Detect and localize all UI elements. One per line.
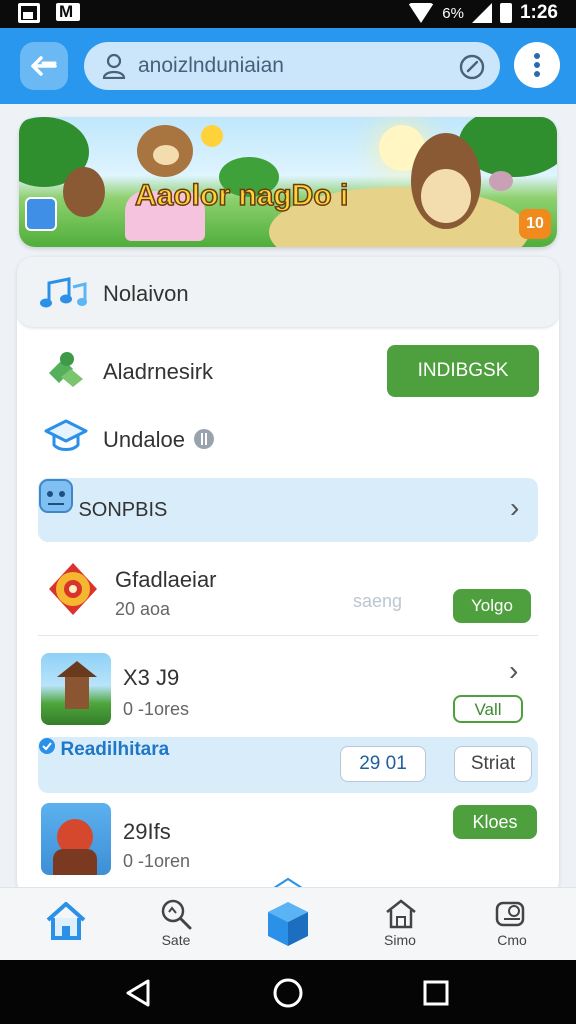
nav-search[interactable]: Sate — [136, 888, 216, 961]
app-action-button[interactable]: Kloes — [453, 805, 537, 839]
back-button[interactable] — [20, 42, 68, 90]
readhitera-button[interactable]: Striat — [454, 746, 532, 782]
signal-icon — [471, 3, 492, 23]
clock: 1:26 — [519, 2, 558, 23]
bear-character — [63, 167, 105, 217]
app-title: 29Ifs — [123, 819, 171, 844]
small-creature — [489, 171, 513, 191]
promo-banner[interactable]: Aaolor nagDo i 10 — [19, 117, 557, 247]
divider — [38, 635, 538, 636]
readhitera-row[interactable]: Readilhitara 29 01 Striat — [38, 737, 538, 793]
nav-home[interactable] — [26, 888, 106, 961]
user-icon — [102, 53, 126, 79]
chevron-right-icon: › — [510, 492, 520, 523]
banner-badge: 10 — [519, 209, 551, 239]
bear-face — [153, 145, 179, 165]
bottom-navigation: Sate Simo Cmo — [0, 887, 576, 960]
app-thumbnail — [41, 653, 111, 725]
nav-header-label: Nolaivon — [103, 281, 189, 306]
puzzle-icon — [49, 352, 83, 387]
app-bar: anoizlnduniaian — [0, 28, 576, 104]
system-nav-bar — [0, 960, 576, 1024]
addressing-label: Aladrnesirk — [103, 359, 214, 384]
wifi-icon — [408, 3, 435, 23]
nav-label: Cmo — [497, 932, 527, 948]
app-subtitle: 0 -1ores — [123, 699, 190, 719]
app-list-item[interactable]: X3 J9 0 -1ores › Vall — [17, 645, 559, 729]
addressing-button[interactable]: INDIBGSK — [387, 345, 539, 397]
gradlaeiar-button[interactable]: Yolgo — [453, 589, 531, 623]
readhitera-count[interactable]: 29 01 — [340, 746, 426, 782]
graduation-cap-icon — [44, 419, 88, 451]
nav-label: Simo — [384, 932, 416, 948]
search-icon — [161, 899, 192, 930]
cube-icon — [268, 902, 308, 946]
back-arrow-icon — [31, 56, 57, 76]
sonpbis-row[interactable]: SONPBIS › — [38, 478, 538, 542]
robot-face-icon — [39, 479, 73, 513]
banner-title: Aaolor nagDo i — [134, 178, 349, 213]
mail-notification-icon — [56, 2, 80, 22]
chevron-right-icon: › — [509, 655, 519, 686]
house-outline-icon — [386, 899, 416, 929]
content-panel: Nolaivon Aladrnesirk INDIBGSK Undaloe SO… — [17, 257, 559, 897]
status-bar: 6% 1:26 — [0, 0, 576, 28]
battery-icon — [499, 3, 512, 23]
gradlaeiar-label: Gfadlaeiar — [115, 567, 217, 592]
app-thumbnail — [41, 803, 111, 875]
gradlaeiar-row[interactable]: Gfadlaeiar 20 aoa saeng Yolgo — [17, 553, 559, 633]
search-bar[interactable]: anoizlnduniaian — [84, 42, 500, 90]
star-wand-icon — [201, 125, 223, 147]
addressing-row[interactable]: Aladrnesirk INDIBGSK — [17, 335, 559, 405]
gear-badge-icon — [49, 563, 97, 615]
update-row[interactable]: Undaloe — [17, 405, 559, 469]
nav-simo[interactable]: Simo — [360, 888, 440, 961]
gradlaeiar-value: saeng — [353, 591, 403, 611]
app-subtitle: 0 -1oren — [123, 851, 191, 871]
music-notes-icon — [40, 277, 87, 308]
update-label: Undaloe — [103, 427, 185, 452]
chat-icon — [495, 901, 525, 927]
sonpbis-label: SONPBIS — [78, 499, 168, 521]
battery-percent: 6% — [442, 4, 464, 22]
more-options-button[interactable] — [514, 42, 560, 88]
search-query[interactable]: anoizlnduniaian — [138, 54, 284, 78]
system-home-icon[interactable] — [272, 977, 304, 1009]
cube-app-icon — [25, 197, 57, 231]
info-icon[interactable] — [193, 428, 215, 450]
bear-belly — [421, 169, 471, 223]
clear-search-icon[interactable] — [458, 53, 486, 81]
navigation-header[interactable]: Nolaivon — [17, 257, 559, 327]
app-title: X3 J9 — [123, 665, 180, 690]
home-icon — [46, 902, 86, 940]
check-circle-icon — [39, 738, 55, 754]
readhitera-label: Readilhitara — [60, 739, 170, 760]
system-recents-icon[interactable] — [422, 979, 450, 1007]
nav-cmo[interactable]: Cmo — [472, 888, 552, 961]
nav-label: Sate — [161, 932, 191, 948]
gradlaeiar-subtitle: 20 aoa — [115, 599, 171, 619]
gallery-notification-icon — [18, 3, 40, 23]
system-back-icon[interactable] — [124, 978, 152, 1008]
app-action-button[interactable]: Vall — [453, 695, 523, 723]
nav-center[interactable] — [248, 888, 328, 961]
